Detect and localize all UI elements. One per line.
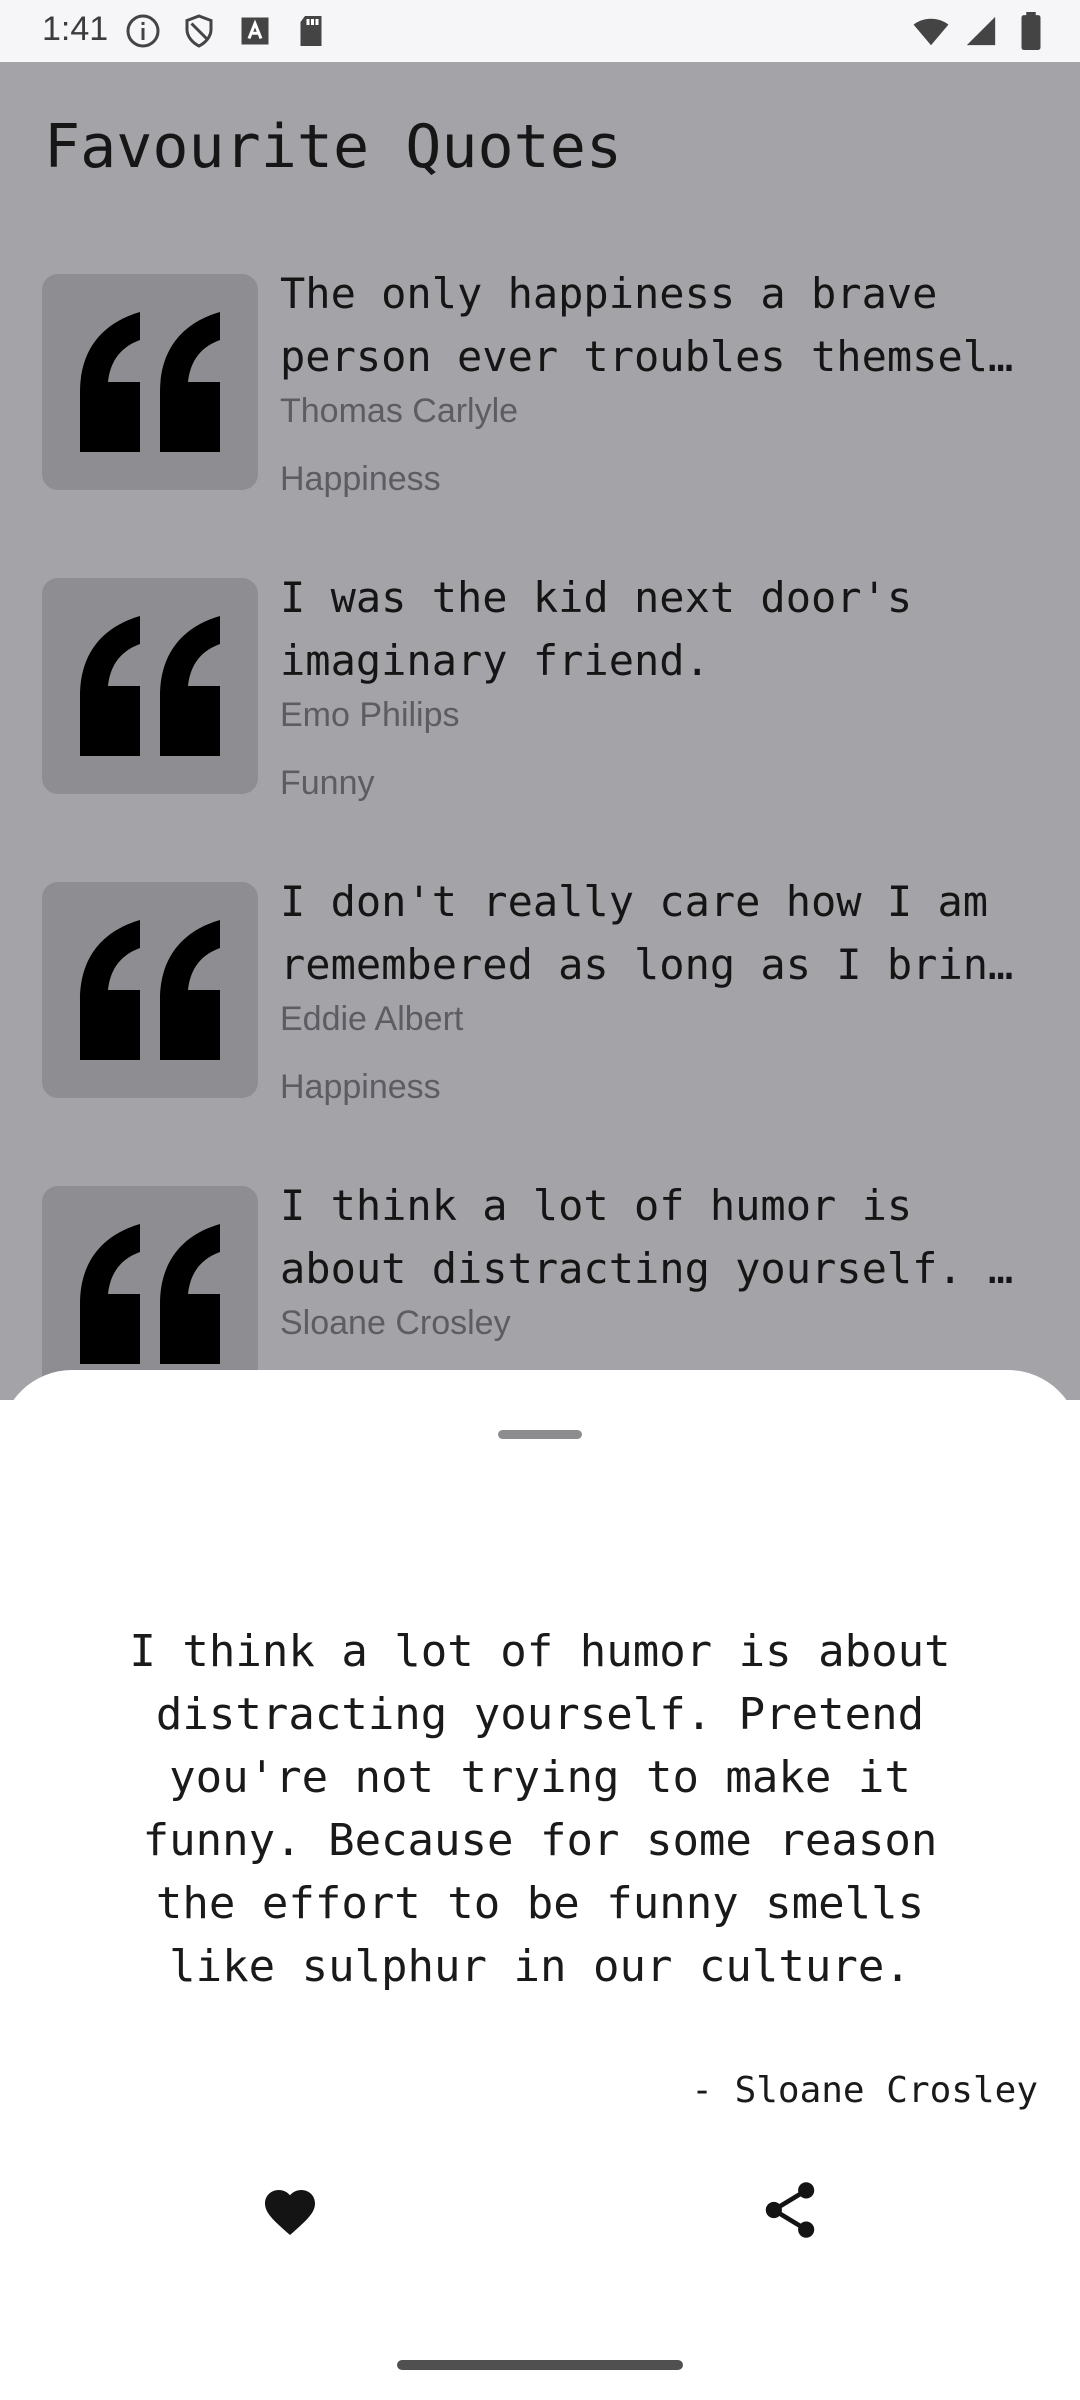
page-title: Favourite Quotes: [44, 112, 622, 182]
status-bar: 1:41: [0, 0, 1080, 62]
shield-icon: [180, 12, 218, 50]
quote-text: The only happiness a brave person ever t…: [280, 269, 1014, 381]
quote-mark-icon: [80, 312, 220, 452]
signal-icon: [962, 12, 1000, 50]
quote-thumbnail: [42, 1186, 258, 1400]
battery-icon: [1012, 12, 1050, 50]
text-a-icon: [236, 12, 274, 50]
wifi-icon: [912, 12, 950, 50]
gesture-navigation-bar[interactable]: [397, 2360, 683, 2370]
quote-author: Emo Philips: [280, 696, 460, 734]
quote-category: Happiness: [280, 460, 441, 498]
quote-thumbnail: [42, 274, 258, 490]
quotes-screen: Favourite Quotes The only happiness a br…: [0, 62, 1080, 1400]
quote-category: Happiness: [280, 1068, 441, 1106]
list-item[interactable]: The only happiness a brave person ever t…: [42, 269, 1062, 534]
quote-mark-icon: [80, 616, 220, 756]
list-item[interactable]: I was the kid next door's imaginary frie…: [42, 573, 1062, 838]
quote-mark-icon: [80, 920, 220, 1060]
quote-author: Eddie Albert: [280, 1000, 464, 1038]
list-item[interactable]: I think a lot of humor is about distract…: [42, 1181, 1062, 1400]
favourite-button[interactable]: [250, 2170, 330, 2250]
sheet-quote-text: I think a lot of humor is about distract…: [129, 1626, 951, 1992]
share-icon: [765, 2182, 815, 2238]
quote-mark-icon: [80, 1224, 220, 1364]
drag-handle[interactable]: [498, 1430, 582, 1439]
quote-thumbnail: [42, 882, 258, 1098]
quote-bottom-sheet: I think a lot of humor is about distract…: [0, 1370, 1080, 2400]
list-item[interactable]: I don't really care how I am remembered …: [42, 877, 1062, 1142]
status-icons-right: [912, 12, 1050, 50]
quote-thumbnail: [42, 578, 258, 794]
share-button[interactable]: [750, 2170, 830, 2250]
info-icon: [124, 12, 162, 50]
quote-text: I don't really care how I am remembered …: [280, 877, 1014, 989]
status-time: 1:41: [42, 10, 109, 48]
quote-text: I was the kid next door's imaginary frie…: [280, 573, 913, 685]
quote-category: Funny: [280, 764, 375, 802]
quote-author: Thomas Carlyle: [280, 392, 519, 430]
sheet-quote-author: - Sloane Crosley: [691, 2070, 1038, 2111]
quote-text: I think a lot of humor is about distract…: [280, 1181, 1014, 1293]
quote-author: Sloane Crosley: [280, 1304, 511, 1342]
sd-card-icon: [292, 12, 330, 50]
status-icons-left: [124, 12, 330, 50]
heart-icon: [265, 2190, 315, 2235]
